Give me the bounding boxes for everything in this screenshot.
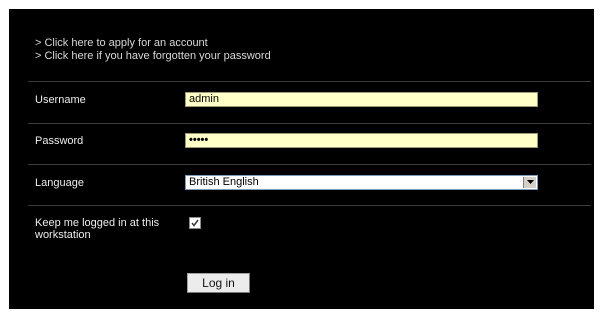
checkmark-icon — [191, 219, 199, 227]
divider — [28, 205, 591, 206]
divider — [28, 164, 591, 165]
language-select[interactable]: British English — [185, 175, 538, 190]
chevron-down-icon[interactable] — [523, 177, 536, 188]
password-field[interactable]: ••••• — [185, 133, 538, 148]
forgot-password-link[interactable]: > Click here if you have forgotten your … — [35, 50, 271, 63]
username-field[interactable]: admin — [185, 92, 538, 107]
password-label: Password — [35, 135, 84, 147]
language-label: Language — [35, 177, 84, 189]
remember-me-label: Keep me logged in at this workstation — [35, 217, 159, 241]
login-button[interactable]: Log in — [187, 273, 250, 293]
apply-account-link[interactable]: > Click here to apply for an account — [35, 37, 271, 50]
divider — [28, 123, 591, 124]
remember-me-label-line1: Keep me logged in at this — [35, 217, 160, 229]
remember-me-label-line2: workstation — [35, 229, 91, 241]
remember-me-checkbox[interactable] — [189, 217, 201, 229]
login-panel: > Click here to apply for an account > C… — [9, 9, 594, 309]
divider — [28, 81, 591, 82]
username-label: Username — [35, 94, 86, 106]
account-links: > Click here to apply for an account > C… — [35, 37, 271, 63]
language-select-value: British English — [189, 176, 259, 188]
